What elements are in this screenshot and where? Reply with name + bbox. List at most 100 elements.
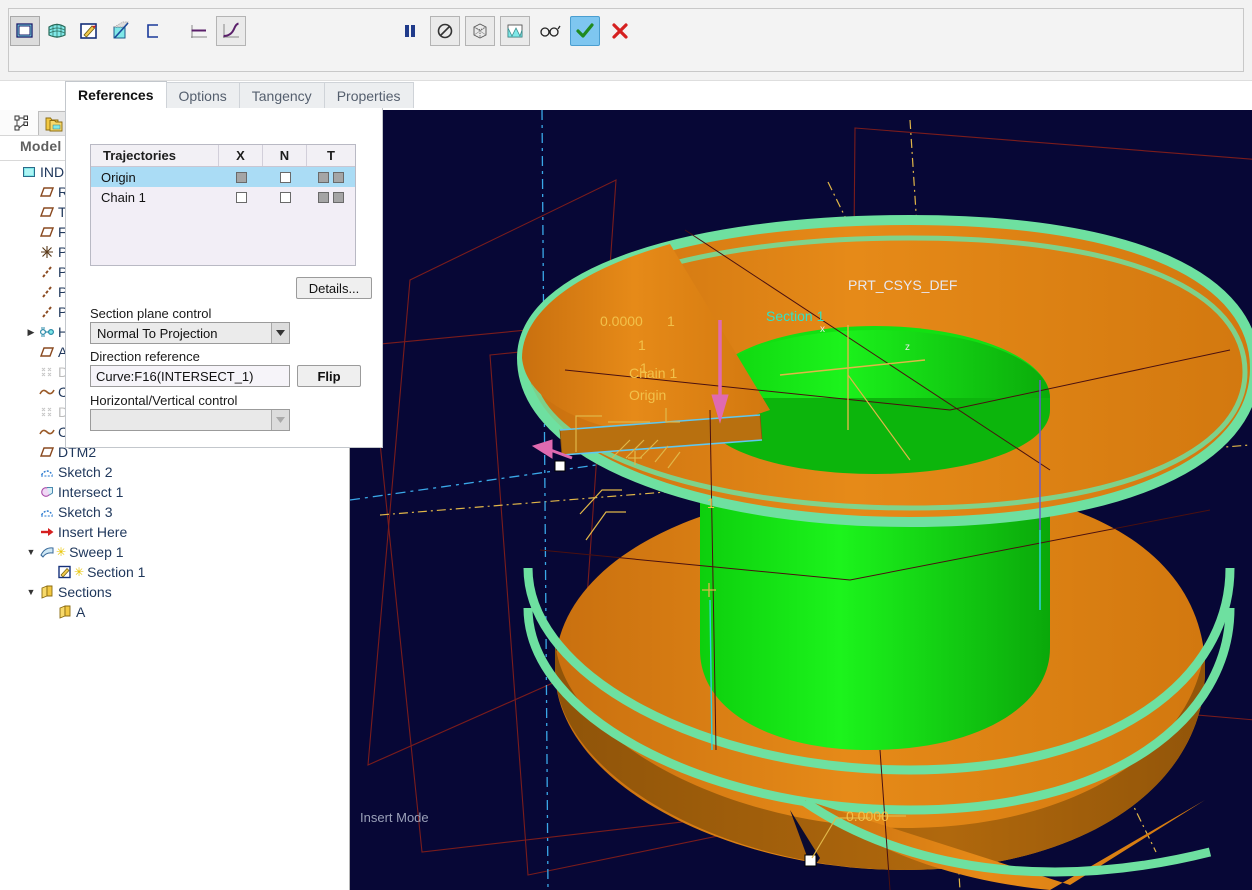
tree-node-label: Sweep 1 [69,544,124,560]
column-header-n: N [263,145,307,166]
axis-icon [38,265,56,279]
trajectory-number-1: 1 [667,313,675,329]
intersect-icon [38,485,56,499]
tree-node-label: Section 1 [87,564,146,580]
toolbar-left-group [10,16,246,46]
accept-check-icon[interactable] [570,16,600,46]
column-header-t: T [327,148,335,163]
svg-text:x: x [820,324,825,335]
tree-node[interactable]: A [0,602,350,622]
point-icon [38,405,56,419]
tree-node[interactable]: ▼ Sections [0,582,350,602]
hatched-plane-icon[interactable] [106,16,136,46]
glasses-icon[interactable] [535,16,565,46]
expander-toggle-icon[interactable]: ▶ [24,327,38,338]
column-header-trajectories: Trajectories [91,145,219,166]
tab-references[interactable]: References [65,81,167,108]
surface-quilt-icon[interactable] [10,16,40,46]
variable-curve-icon[interactable] [216,16,246,46]
curve-icon [38,425,56,439]
tree-node[interactable]: Insert Here [0,522,350,542]
tree-node[interactable]: Intersect 1 [0,482,350,502]
dimension-value-top: 0.0000 [600,313,643,329]
tree-node-label: Insert Here [58,524,128,540]
x-checkbox[interactable] [235,191,247,203]
tree-node[interactable]: ✳ Section 1 [0,562,350,582]
tab-options[interactable]: Options [165,82,240,108]
section-plane-control-dropdown[interactable]: Normal To Projection [90,322,290,344]
no-preview-icon[interactable] [430,16,460,46]
n-checkbox-cell[interactable] [263,187,307,207]
insert-arrow-icon [38,525,56,539]
creo-application-window: Model INDUCTOR.PRTRIGHTTOPFRONTPRT_CSYS_… [0,0,1252,890]
cancel-x-icon[interactable] [605,16,635,46]
column-header-x: X [219,145,263,166]
csys-icon [38,245,56,259]
curved-surface-icon[interactable] [42,16,72,46]
t-checkbox-1[interactable] [318,171,329,183]
t-checkbox-cell[interactable] [307,187,355,207]
x-checkbox[interactable] [235,171,247,183]
expander-toggle-icon[interactable]: ▼ [24,547,38,557]
table-row[interactable]: Origin [91,167,355,187]
t-checkbox-cell[interactable] [307,167,355,187]
tab-properties[interactable]: Properties [323,82,414,108]
section-sketch-icon [56,565,74,579]
direction-reference-input[interactable]: Curve:F16(INTERSECT_1) [90,365,290,387]
tree-node-label: Sketch 3 [58,504,113,520]
t-checkbox-2[interactable] [333,171,344,183]
n-checkbox-cell[interactable] [263,167,307,187]
tree-node-label: A [76,604,86,620]
trajectories-table[interactable]: Trajectories X N T Origin Chain 1 [90,144,356,266]
sketch-icon [38,465,56,479]
flip-button[interactable]: Flip [297,365,361,387]
csys-label: PRT_CSYS_DEF [848,277,958,293]
details-button[interactable]: Details... [296,277,372,299]
model-tree-tab[interactable] [6,111,38,135]
datum-plane-icon [38,225,56,239]
t-checkbox-2[interactable] [333,191,344,203]
n-checkbox[interactable] [279,171,291,183]
section-1-label: Section 1 [766,308,825,324]
graphics-viewport[interactable]: x z 0.0000 1 1 1 Chain 1 Origin 1 Section 1 PRT_… [350,110,1252,890]
status-message: Insert Mode [360,810,429,825]
toolbar-right-group [395,16,635,46]
dimension-value-bottom: 0.0000 [846,808,889,824]
selection-handle-top [554,460,566,472]
section-plane-control-label: Section plane control [90,306,212,321]
axis-icon [38,305,56,319]
t-checkbox-1[interactable] [318,191,329,203]
trajectory-name: Origin [101,169,136,185]
shaded-preview-icon[interactable] [500,16,530,46]
expander-toggle-icon[interactable]: ▼ [24,587,38,597]
dashboard-tab-bar[interactable]: References Options Tangency Properties [65,81,414,108]
datum-plane-icon [38,345,56,359]
datum-plane-icon [38,185,56,199]
tab-tangency[interactable]: Tangency [238,82,325,108]
sketch-pencil-icon[interactable] [74,16,104,46]
modified-star-icon: ✳ [56,545,67,559]
horizontal-vertical-control-dropdown[interactable] [90,409,290,431]
pause-icon[interactable] [395,16,425,46]
revolve-icon [38,325,56,339]
chain-1-label: Chain 1 [629,365,678,381]
open-profile-icon[interactable] [138,16,168,46]
x-checkbox-cell[interactable] [219,167,263,187]
table-row[interactable]: Chain 1 [91,187,355,207]
datum-plane-icon [38,445,56,459]
model-geometry: x z [350,110,1252,890]
references-panel: Trajectories X N T Origin Chain 1 Details… [65,108,383,448]
sweep-icon [38,545,56,559]
x-checkbox-cell[interactable] [219,187,263,207]
tree-node[interactable]: Sketch 3 [0,502,350,522]
wireframe-preview-icon[interactable] [465,16,495,46]
n-checkbox[interactable] [279,191,291,203]
sketch-icon [38,505,56,519]
flat-trajectory-icon[interactable] [184,16,214,46]
chevron-down-icon-disabled [271,410,289,430]
tree-node[interactable]: Sketch 2 [0,462,350,482]
selection-handle-bottom [804,854,817,867]
tree-node[interactable]: ▼ ✳ Sweep 1 [0,542,350,562]
direction-reference-label: Direction reference [90,349,200,364]
part-icon [20,165,38,179]
